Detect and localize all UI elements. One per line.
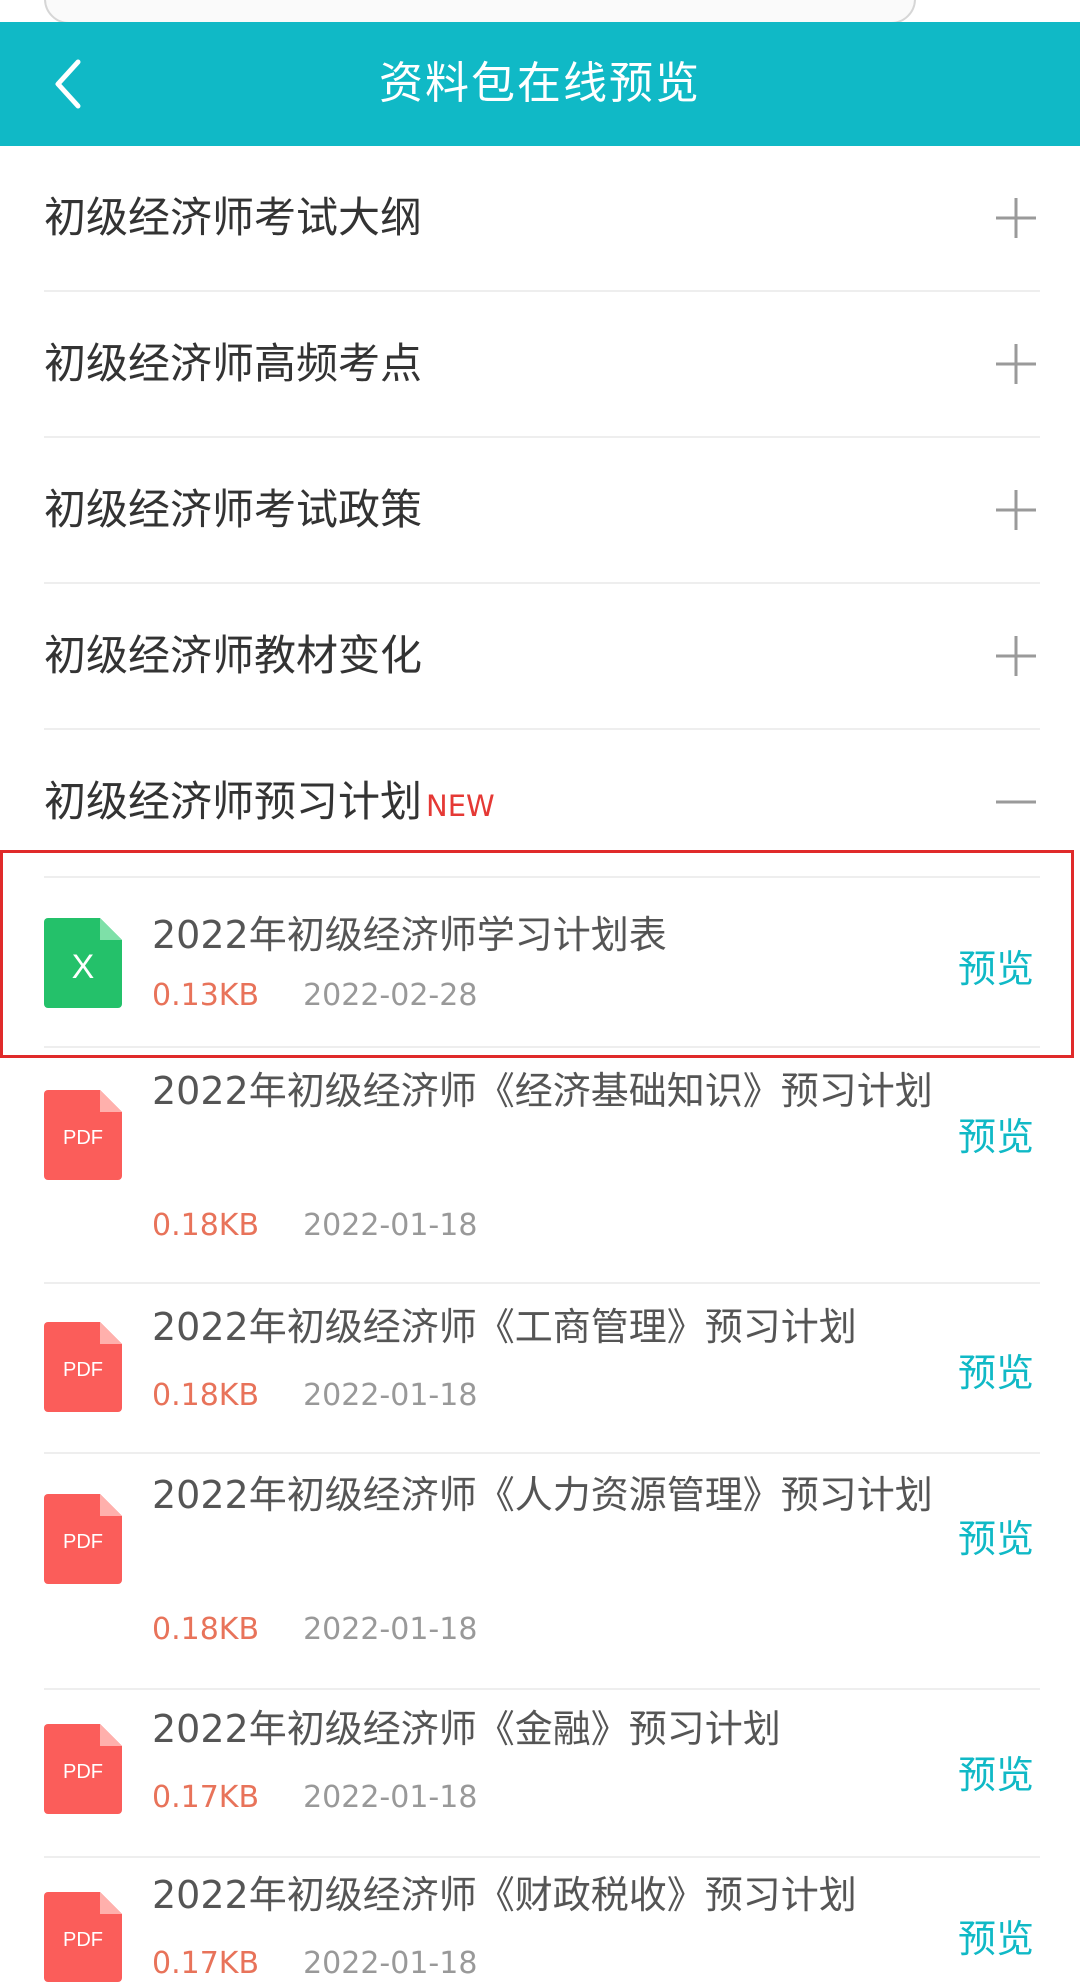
- page-title: 资料包在线预览: [379, 58, 701, 109]
- file-name: 2022年初级经济师《金融》预习计划: [152, 1707, 781, 1751]
- back-button[interactable]: [30, 46, 106, 122]
- preview-button[interactable]: 预览: [958, 1744, 1034, 1799]
- file-icon-text: PDF: [63, 1359, 103, 1381]
- preview-button[interactable]: 预览: [958, 938, 1034, 993]
- file-icon-text: PDF: [63, 1531, 103, 1553]
- preview-button[interactable]: 预览: [958, 1908, 1034, 1963]
- excel-file-icon: X: [44, 918, 122, 1008]
- file-size: 0.17KB: [152, 1946, 260, 1981]
- file-size: 0.17KB: [152, 1780, 260, 1815]
- file-name: 2022年初级经济师《经济基础知识》预习计划: [152, 1069, 933, 1113]
- pdf-file-icon: PDF: [44, 1322, 122, 1412]
- section-row-key-points[interactable]: 初级经济师高频考点: [44, 292, 1040, 438]
- file-row-human-resources[interactable]: PDF 2022年初级经济师《人力资源管理》预习计划 0.18KB 2022-01…: [44, 1452, 1040, 1690]
- file-icon-text: PDF: [63, 1929, 103, 1951]
- file-meta: 0.18KB 2022-01-18: [152, 1376, 477, 1416]
- file-meta: 0.18KB 2022-01-18: [152, 1206, 477, 1246]
- chevron-left-icon: [55, 59, 81, 109]
- plus-icon[interactable]: [992, 632, 1040, 680]
- section-label: 初级经济师考试大纲: [44, 193, 423, 242]
- top-bar-remnant: [0, 0, 1080, 24]
- file-meta: 0.13KB 2022-02-28: [152, 976, 477, 1016]
- section-row-textbook-changes[interactable]: 初级经济师教材变化: [44, 584, 1040, 730]
- section-row-study-plan[interactable]: 初级经济师预习计划 NEW: [44, 730, 1040, 878]
- file-name: 2022年初级经济师《工商管理》预习计划: [152, 1305, 857, 1349]
- section-label: 初级经济师预习计划 NEW: [44, 730, 495, 878]
- section-row-exam-policy[interactable]: 初级经济师考试政策: [44, 438, 1040, 584]
- minus-icon[interactable]: [992, 778, 1040, 826]
- file-date: 2022-02-28: [303, 978, 478, 1013]
- plus-icon[interactable]: [992, 340, 1040, 388]
- file-date: 2022-01-18: [303, 1780, 478, 1815]
- file-name: 2022年初级经济师《人力资源管理》预习计划: [152, 1473, 933, 1517]
- file-row-public-finance-tax[interactable]: PDF 2022年初级经济师《财政税收》预习计划 0.17KB 2022-01-1…: [44, 1856, 1040, 1982]
- plus-icon[interactable]: [992, 486, 1040, 534]
- file-date: 2022-01-18: [303, 1208, 478, 1243]
- plus-icon[interactable]: [992, 194, 1040, 242]
- file-meta: 0.18KB 2022-01-18: [152, 1610, 477, 1650]
- file-meta: 0.17KB 2022-01-18: [152, 1944, 477, 1984]
- section-row-exam-outline[interactable]: 初级经济师考试大纲: [44, 146, 1040, 292]
- file-icon-text: PDF: [63, 1127, 103, 1149]
- file-name: 2022年初级经济师《财政税收》预习计划: [152, 1873, 857, 1917]
- preview-button[interactable]: 预览: [958, 1342, 1034, 1397]
- file-meta: 0.17KB 2022-01-18: [152, 1778, 477, 1818]
- file-row-economics-basics[interactable]: PDF 2022年初级经济师《经济基础知识》预习计划 0.18KB 2022-01…: [44, 1046, 1040, 1284]
- file-date: 2022-01-18: [303, 1612, 478, 1647]
- file-name: 2022年初级经济师学习计划表: [152, 913, 667, 957]
- new-badge: NEW: [426, 789, 495, 823]
- section-label: 初级经济师高频考点: [44, 339, 423, 388]
- app-header: 资料包在线预览: [0, 22, 1080, 146]
- file-icon-text: PDF: [63, 1761, 103, 1783]
- pdf-file-icon: PDF: [44, 1724, 122, 1814]
- pdf-file-icon: PDF: [44, 1494, 122, 1584]
- file-size: 0.18KB: [152, 1208, 260, 1243]
- file-row-business-admin[interactable]: PDF 2022年初级经济师《工商管理》预习计划 0.18KB 2022-01-1…: [44, 1282, 1040, 1454]
- preview-button[interactable]: 预览: [958, 1106, 1034, 1161]
- file-icon-text: X: [72, 948, 95, 986]
- file-size: 0.18KB: [152, 1612, 260, 1647]
- pdf-file-icon: PDF: [44, 1892, 122, 1982]
- section-label: 初级经济师考试政策: [44, 485, 423, 534]
- file-size: 0.13KB: [152, 978, 260, 1013]
- file-row-finance[interactable]: PDF 2022年初级经济师《金融》预习计划 0.17KB 2022-01-18 …: [44, 1688, 1040, 1858]
- search-bar-remnant: [44, 0, 916, 24]
- section-label-text: 初级经济师预习计划: [44, 777, 423, 826]
- preview-button[interactable]: 预览: [958, 1508, 1034, 1563]
- file-row-study-plan-table[interactable]: X 2022年初级经济师学习计划表 0.13KB 2022-02-28 预览: [44, 876, 1040, 1048]
- file-date: 2022-01-18: [303, 1378, 478, 1413]
- section-label: 初级经济师教材变化: [44, 631, 423, 680]
- file-size: 0.18KB: [152, 1378, 260, 1413]
- pdf-file-icon: PDF: [44, 1090, 122, 1180]
- file-date: 2022-01-18: [303, 1946, 478, 1981]
